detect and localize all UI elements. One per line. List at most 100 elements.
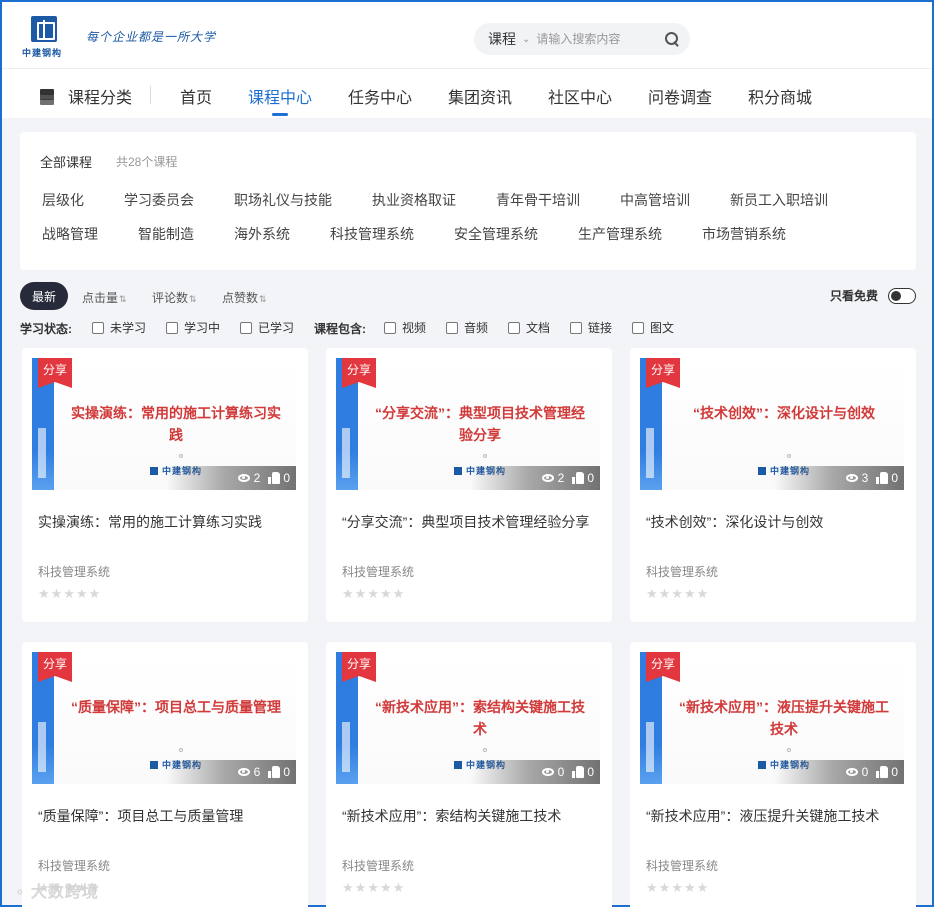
category-tag[interactable]: 安全管理系统 [454, 224, 538, 244]
course-thumbnail[interactable]: 分享“新技术应用”：液压提升关键施工技术中建钢构00 [640, 652, 904, 784]
nav-item-task-center[interactable]: 任务中心 [348, 84, 412, 108]
star-icon: ★ [671, 586, 683, 601]
sort-clicks-button[interactable]: 点击量⇅ [82, 289, 127, 306]
category-tag[interactable]: 战略管理 [42, 224, 98, 244]
course-thumbnail[interactable]: 分享“技术创效”：深化设计与创效中建钢构30 [640, 358, 904, 490]
sort-arrows-icon: ⇅ [119, 294, 127, 304]
category-tag[interactable]: 中高管培训 [620, 190, 690, 210]
sort-bar: 最新 点击量⇅ 评论数⇅ 点赞数⇅ 只看免费 [20, 282, 916, 310]
checkbox-icon [632, 321, 644, 334]
category-tag[interactable]: 市场营销系统 [702, 224, 786, 244]
category-tag[interactable]: 层级化 [42, 190, 84, 210]
nav-item-group-news[interactable]: 集团资讯 [448, 84, 512, 108]
view-count: 2 [557, 471, 565, 485]
course-category-label: 课程分类 [68, 90, 133, 107]
course-category-menu[interactable]: 课程分类 [38, 84, 132, 108]
course-title[interactable]: “分享交流”：典型项目技术管理经验分享 [342, 512, 600, 532]
include-video-checkbox[interactable]: 视频 [384, 319, 426, 336]
share-badge: 分享 [646, 358, 680, 388]
category-tag[interactable]: 学习委员会 [124, 190, 194, 210]
course-title[interactable]: “新技术应用”：索结构关键施工技术 [342, 806, 600, 826]
category-tag[interactable]: 执业资格取证 [372, 190, 456, 210]
course-thumbnail[interactable]: 分享“质量保障”：项目总工与质量管理中建钢构60 [32, 652, 296, 784]
layers-icon [38, 87, 56, 105]
course-thumbnail[interactable]: 分享“新技术应用”：索结构关键施工技术中建钢构00 [336, 652, 600, 784]
course-title[interactable]: “质量保障”：项目总工与质量管理 [38, 806, 296, 826]
thumbnail-dot [787, 454, 791, 458]
eye-icon [845, 768, 858, 776]
course-category: 科技管理系统 [646, 859, 719, 873]
search-scope-select[interactable]: 课程 [488, 29, 516, 49]
course-thumbnail[interactable]: 分享“分享交流”：典型项目技术管理经验分享中建钢构20 [336, 358, 600, 490]
like-count: 0 [891, 471, 898, 485]
search-bar: 课程 ⌄ [474, 23, 690, 55]
search-input[interactable] [536, 32, 657, 46]
star-icon: ★ [342, 880, 354, 895]
share-badge: 分享 [342, 652, 376, 682]
company-logo[interactable]: 中建钢构 [22, 16, 66, 60]
include-audio-checkbox[interactable]: 音频 [446, 319, 488, 336]
course-thumbnail[interactable]: 分享实操演练：常用的施工计算练习实践中建钢构20 [32, 358, 296, 490]
course-category: 科技管理系统 [38, 859, 111, 873]
course-card[interactable]: 分享“技术创效”：深化设计与创效中建钢构30“技术创效”：深化设计与创效科技管理… [630, 348, 916, 622]
thumbnail-dot [483, 454, 487, 458]
thumbnail-title: “新技术应用”：索结构关键施工技术 [375, 699, 585, 737]
star-icon: ★ [379, 880, 392, 895]
sort-likes-button[interactable]: 点赞数⇅ [222, 289, 267, 306]
course-title[interactable]: “新技术应用”：液压提升关键施工技术 [646, 806, 904, 826]
watermark: ⚬ 大数跨境 [14, 878, 99, 902]
study-status-label: 学习状态: [20, 322, 72, 336]
star-icon: ★ [658, 880, 671, 895]
course-stats: 20 [470, 466, 600, 490]
course-card[interactable]: 分享“分享交流”：典型项目技术管理经验分享中建钢构20 “分享交流”：典型项目技术… [326, 348, 612, 622]
thumbnail-title: “新技术应用”：液压提升关键施工技术 [679, 699, 889, 737]
view-count: 0 [861, 765, 869, 779]
course-card[interactable]: 分享“新技术应用”：索结构关键施工技术中建钢构00“新技术应用”：索结构关键施工… [326, 642, 612, 907]
category-tag[interactable]: 新员工入职培训 [730, 190, 828, 210]
course-title[interactable]: 实操演练：常用的施工计算练习实践 [38, 512, 296, 532]
category-tag[interactable]: 科技管理系统 [330, 224, 414, 244]
category-tag[interactable]: 智能制造 [138, 224, 194, 244]
status-in-progress-checkbox[interactable]: 学习中 [166, 319, 220, 336]
nav-item-course-center[interactable]: 课程中心 [248, 84, 312, 108]
eye-icon [541, 474, 554, 482]
star-icon: ★ [367, 586, 379, 601]
search-icon[interactable] [664, 31, 680, 47]
category-tag[interactable]: 青年骨干培训 [496, 190, 580, 210]
include-article-checkbox[interactable]: 图文 [632, 319, 674, 336]
include-document-checkbox[interactable]: 文档 [508, 319, 550, 336]
star-icon: ★ [696, 880, 709, 895]
star-icon: ★ [354, 880, 367, 895]
view-count: 3 [861, 471, 869, 485]
thumbs-up-icon [876, 766, 889, 778]
status-completed-checkbox[interactable]: 已学习 [240, 319, 294, 336]
sort-comments-button[interactable]: 评论数⇅ [152, 289, 197, 306]
category-tag[interactable]: 职场礼仪与技能 [234, 190, 332, 210]
star-icon: ★ [658, 586, 671, 601]
course-title[interactable]: “技术创效”：深化设计与创效 [646, 512, 904, 532]
logo-text: 中建钢构 [22, 48, 63, 58]
nav-item-home[interactable]: 首页 [180, 84, 212, 108]
star-icon: ★ [671, 880, 683, 895]
star-icon: ★ [38, 586, 50, 601]
category-tag[interactable]: 生产管理系统 [578, 224, 662, 244]
sort-latest-button[interactable]: 最新 [20, 282, 68, 310]
nav-item-community[interactable]: 社区中心 [548, 84, 612, 108]
chevron-down-icon[interactable]: ⌄ [522, 34, 530, 45]
category-tag[interactable]: 海外系统 [234, 224, 290, 244]
status-filter-bar: 学习状态: 未学习 学习中 已学习 课程包含: 视频 音频 文档 链接 图文 [20, 318, 916, 336]
nav-item-survey[interactable]: 问卷调查 [648, 84, 712, 108]
include-link-checkbox[interactable]: 链接 [570, 319, 612, 336]
course-card[interactable]: 分享实操演练：常用的施工计算练习实践中建钢构20 实操演练：常用的施工计算练习实践… [22, 348, 308, 622]
course-card[interactable]: 分享“新技术应用”：液压提升关键施工技术中建钢构00“新技术应用”：液压提升关键… [630, 642, 916, 907]
course-stats: 60 [166, 760, 296, 784]
share-badge: 分享 [38, 652, 72, 682]
nav-item-points-mall[interactable]: 积分商城 [748, 84, 812, 108]
free-only-toggle[interactable] [888, 287, 916, 304]
checkbox-label: 视频 [402, 321, 427, 335]
course-card[interactable]: 分享“质量保障”：项目总工与质量管理中建钢构60 “质量保障”：项目总工与质量管理… [22, 642, 308, 907]
status-not-started-checkbox[interactable]: 未学习 [92, 319, 146, 336]
eye-icon [845, 474, 858, 482]
thumbs-up-icon [572, 766, 585, 778]
all-courses-filter[interactable]: 全部课程 [40, 152, 92, 171]
